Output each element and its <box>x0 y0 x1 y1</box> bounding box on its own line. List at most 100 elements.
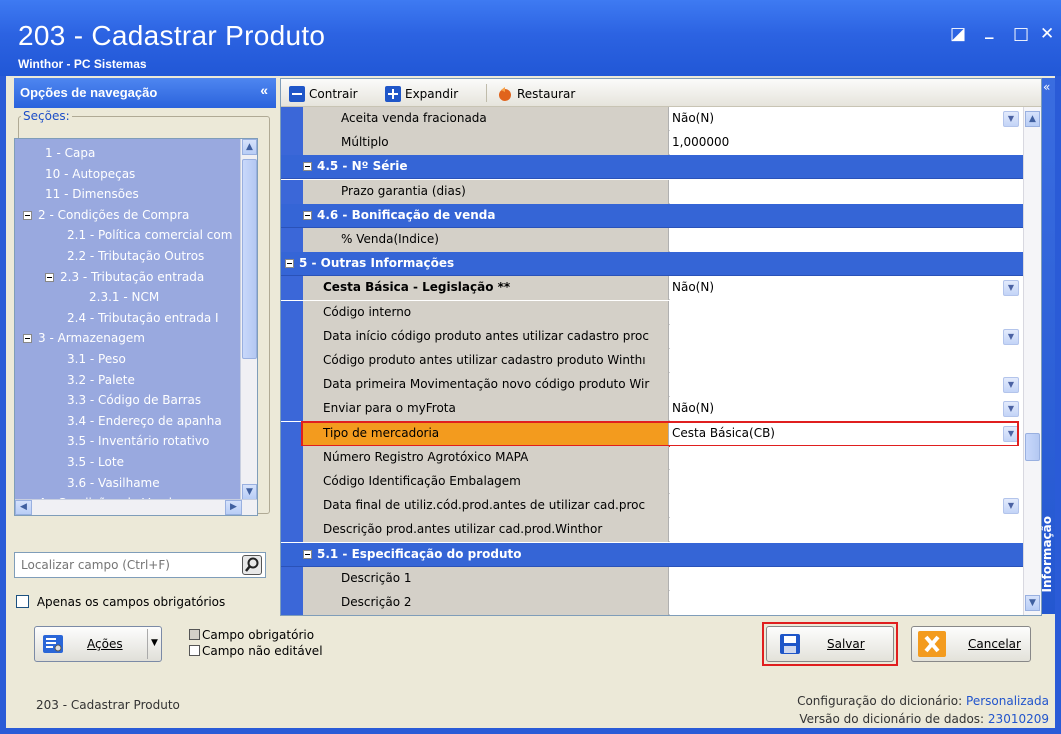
grid-row[interactable]: Número Registro Agrotóxico MAPA <box>281 445 1023 470</box>
tree-item[interactable]: 3.6 - Vasilhame <box>67 473 160 493</box>
grid-row[interactable]: % Venda(Indice) <box>281 228 1023 252</box>
field-input[interactable] <box>670 518 1023 543</box>
actions-dropdown-icon[interactable]: ▼ <box>147 629 161 659</box>
tree-item[interactable]: 2.3 - Tributação entrada <box>45 267 204 287</box>
tree-item[interactable]: 3.1 - Peso <box>67 349 126 369</box>
collapse-button[interactable]: Contrair <box>289 84 358 104</box>
scroll-thumb[interactable] <box>242 159 257 359</box>
collapse-node-icon[interactable] <box>23 334 32 344</box>
grid-row[interactable]: Tipo de mercadoria Cesta Básica(CB) ▼ <box>281 421 1023 446</box>
tree-item[interactable]: 2.1 - Política comercial com <box>67 225 232 245</box>
search-icon[interactable] <box>242 555 262 575</box>
grid-row[interactable]: Enviar para o myFrota Não(N) ▼ <box>281 397 1023 422</box>
tree-item[interactable]: 3.2 - Palete <box>67 370 135 390</box>
grid-category[interactable]: 4.5 - Nº Série <box>281 155 1023 180</box>
restore-button[interactable]: Restaurar <box>497 84 575 104</box>
tree-horizontal-scrollbar[interactable]: ◀ ▶ <box>15 499 257 515</box>
field-select[interactable]: Não(N) ▼ <box>670 107 1023 131</box>
field-input[interactable]: 1,000000 <box>670 131 1023 156</box>
grid-row[interactable]: Descrição prod.antes utilizar cad.prod.W… <box>281 518 1023 543</box>
grid-row[interactable]: Descrição 2 <box>281 591 1023 615</box>
tree-item[interactable]: 3.4 - Endereço de apanha <box>67 411 222 431</box>
chevron-down-icon[interactable]: ▼ <box>1003 401 1019 418</box>
collapse-category-icon[interactable] <box>303 162 312 172</box>
field-select[interactable]: ▼ <box>670 324 1023 349</box>
chevron-down-icon[interactable]: ▼ <box>1003 425 1019 442</box>
grid-row[interactable]: Aceita venda fracionada Não(N) ▼ <box>281 107 1023 131</box>
field-select[interactable]: Cesta Básica(CB) ▼ <box>670 421 1023 446</box>
collapse-category-icon[interactable] <box>303 549 312 559</box>
expand-button[interactable]: Expandir <box>385 84 458 104</box>
scroll-up-icon[interactable]: ▲ <box>242 139 257 155</box>
field-input[interactable] <box>670 300 1023 325</box>
tree-item[interactable]: 3.5 - Lote <box>67 452 124 472</box>
chevron-down-icon[interactable]: ▼ <box>1003 377 1019 394</box>
tree-item[interactable]: 11 - Dimensões <box>45 184 139 204</box>
tree-item[interactable]: 2 - Condições de Compra <box>23 205 189 225</box>
field-input[interactable] <box>670 445 1023 470</box>
tree-item[interactable]: 2.2 - Tributação Outros <box>67 246 204 266</box>
tree-vertical-scrollbar[interactable]: ▲ ▼ <box>240 139 257 501</box>
search-field[interactable] <box>14 552 266 578</box>
field-select[interactable]: Não(N) ▼ <box>670 397 1023 422</box>
maximize-button[interactable]: □ <box>1013 24 1029 44</box>
grid-row[interactable]: Código Identificação Embalagem <box>281 470 1023 494</box>
collapse-nav-icon[interactable]: « <box>260 82 268 98</box>
actions-button[interactable]: Ações ▼ <box>34 626 162 662</box>
collapse-category-icon[interactable] <box>303 210 312 220</box>
grid-category[interactable]: 5.1 - Especificação do produto <box>281 542 1023 567</box>
only-required-row[interactable]: Apenas os campos obrigatórios <box>16 595 225 609</box>
scroll-down-icon[interactable]: ▼ <box>242 484 257 500</box>
chevron-down-icon[interactable]: ▼ <box>1003 280 1019 297</box>
field-input[interactable] <box>670 566 1023 591</box>
grid-vertical-scrollbar[interactable]: ▲ ▼ <box>1023 107 1041 615</box>
grid-row[interactable]: Cesta Básica - Legislação ** Não(N) ▼ <box>281 276 1023 301</box>
field-input[interactable] <box>670 179 1023 204</box>
field-label: Aceita venda fracionada <box>303 107 669 131</box>
tree-item[interactable]: 2.4 - Tributação entrada I <box>67 308 219 328</box>
tree-item[interactable]: 3.5 - Inventário rotativo <box>67 431 209 451</box>
only-required-checkbox[interactable] <box>16 595 29 608</box>
close-button[interactable]: ✕ <box>1040 24 1054 44</box>
minimize-button[interactable]: _ <box>985 20 994 40</box>
grid-scroll-down-icon[interactable]: ▼ <box>1025 595 1040 611</box>
field-input[interactable] <box>670 591 1023 615</box>
field-input[interactable] <box>670 470 1023 494</box>
chevron-down-icon[interactable]: ▼ <box>1003 498 1019 515</box>
field-select[interactable]: Não(N) ▼ <box>670 276 1023 301</box>
tree-item[interactable]: 2.3.1 - NCM <box>89 287 159 307</box>
field-input[interactable] <box>670 228 1023 252</box>
grid-row[interactable]: Data final de utiliz.cód.prod.antes de u… <box>281 494 1023 519</box>
scroll-left-icon[interactable]: ◀ <box>15 500 32 515</box>
collapse-node-icon[interactable] <box>45 272 54 282</box>
grid-row[interactable]: Prazo garantia (dias) <box>281 179 1023 204</box>
save-button[interactable]: Salvar <box>766 626 894 662</box>
side-collapse-icon[interactable]: « <box>1043 80 1050 94</box>
grid-scroll-up-icon[interactable]: ▲ <box>1025 111 1040 127</box>
field-select[interactable]: ▼ <box>670 494 1023 519</box>
field-select[interactable]: ▼ <box>670 373 1023 398</box>
chevron-down-icon[interactable]: ▼ <box>1003 328 1019 345</box>
cancel-button[interactable]: Cancelar <box>911 626 1031 662</box>
scroll-right-icon[interactable]: ▶ <box>225 500 242 515</box>
grid-row[interactable]: Código interno <box>281 300 1023 325</box>
collapse-category-icon[interactable] <box>285 259 294 269</box>
tree-item[interactable]: 3.3 - Código de Barras <box>67 390 201 410</box>
collapse-node-icon[interactable] <box>23 210 32 220</box>
grid-category[interactable]: 5 - Outras Informações <box>281 252 1023 277</box>
grid-row[interactable]: Data primeira Movimentação novo código p… <box>281 373 1023 398</box>
tree-item[interactable]: 10 - Autopeças <box>45 164 135 184</box>
restore-window-icon[interactable]: ◪ <box>950 24 966 44</box>
grid-row[interactable]: Descrição 1 <box>281 566 1023 591</box>
grid-row[interactable]: Múltiplo 1,000000 <box>281 131 1023 156</box>
information-side-tab[interactable]: « Informação <box>1040 78 1055 614</box>
tree-item[interactable]: 3 - Armazenagem <box>23 328 145 348</box>
tree-item[interactable]: 1 - Capa <box>45 143 95 163</box>
grid-row[interactable]: Data início código produto antes utiliza… <box>281 324 1023 349</box>
grid-row[interactable]: Código produto antes utilizar cadastro p… <box>281 349 1023 373</box>
grid-scroll-thumb[interactable] <box>1025 433 1040 461</box>
grid-category[interactable]: 4.6 - Bonificação de venda <box>281 203 1023 228</box>
field-input[interactable] <box>670 349 1023 373</box>
chevron-down-icon[interactable]: ▼ <box>1003 111 1019 127</box>
search-input[interactable] <box>19 554 239 576</box>
